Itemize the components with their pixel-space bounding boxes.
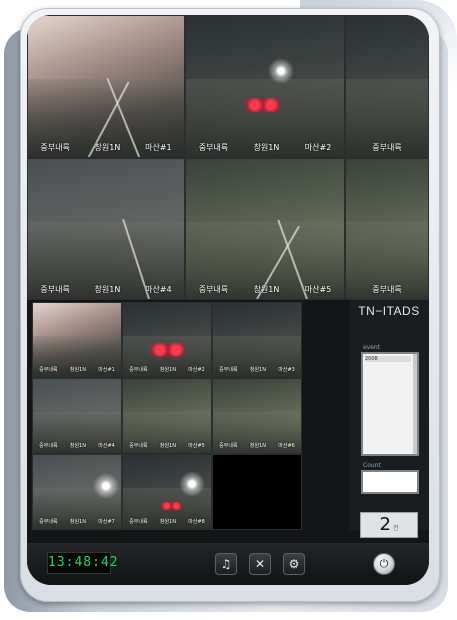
road-name: 중부내륙 xyxy=(219,443,238,449)
road-name: 중부내륙 xyxy=(198,143,229,152)
road-name: 중부내륙 xyxy=(219,367,238,373)
camera-feed-small[interactable]: 중부내륙 창원1N 마산#7 xyxy=(32,454,122,530)
digital-clock: 13:48:42 xyxy=(47,552,118,574)
camera-id: 마산#1 xyxy=(98,367,115,373)
camera-id: 마산#8 xyxy=(188,519,205,525)
road-name: 중부내륙 xyxy=(129,367,148,373)
vehicle-taillights xyxy=(244,98,280,112)
list-item[interactable]: 2008 xyxy=(365,356,411,362)
control-bar: 13:48:42 ♫ ✕ ⚙ ⏻ xyxy=(27,543,429,585)
camera-feed-small[interactable]: 중부내륙 창원1N 마산#3 xyxy=(212,302,302,378)
camera-label: 중부내륙 창원1N 마산#2 xyxy=(123,366,211,373)
camera-id: 마산#4 xyxy=(98,443,115,449)
camera-label: 중부내륙 창원1N 마산#3 xyxy=(213,366,301,373)
tools-button[interactable]: ✕ xyxy=(249,553,271,575)
camera-label: 중부내륙 창원1N 마산#8 xyxy=(123,518,211,525)
music-note-icon: ♫ xyxy=(220,557,232,571)
location-name: 창원1N xyxy=(249,367,266,373)
road-name: 중부내륙 xyxy=(198,285,229,294)
camera-feed-small[interactable]: 중부내륙 창원1N 마산#6 xyxy=(212,378,302,454)
counter-value: 2 xyxy=(379,514,391,535)
road-name: 중부내륙 xyxy=(39,519,58,525)
vehicle-taillights xyxy=(160,501,182,511)
location-name: 창원1N xyxy=(159,519,176,525)
camera-id: 마산#1 xyxy=(145,143,172,152)
list-scrollbar[interactable] xyxy=(413,354,417,454)
road-name: 중부내륙 xyxy=(39,367,58,373)
tunnel-light xyxy=(268,58,294,84)
camera-feed-small[interactable]: 중부내륙 창원1N 마산#5 xyxy=(122,378,212,454)
camera-id: 마산#2 xyxy=(188,367,205,373)
camera-feed-small[interactable]: 중부내륙 창원1N 마산#2 xyxy=(122,302,212,378)
music-button[interactable]: ♫ xyxy=(215,553,237,575)
camera-id: 마산#5 xyxy=(304,285,332,294)
count-input[interactable] xyxy=(361,470,419,494)
road-name: 중부내륙 xyxy=(129,443,148,449)
camera-id: 마산#4 xyxy=(145,285,172,294)
power-button[interactable]: ⏻ xyxy=(373,553,395,575)
monitor-screen: 중부내륙 창원1N 마산#1 중부내륙 창원1N 마산#2 중부내륙 중부내륙 … xyxy=(27,15,429,585)
tunnel-light xyxy=(93,473,119,499)
camera-label: 중부내륙 창원1N 마산#5 xyxy=(123,442,211,449)
panel-title: TN−ITADS xyxy=(358,304,420,318)
camera-feed-large[interactable]: 중부내륙 창원1N 마산#2 xyxy=(185,15,345,158)
location-name: 창원1N xyxy=(94,143,121,152)
tunnel-light xyxy=(179,471,205,497)
road-name: 중부내륙 xyxy=(372,143,402,152)
event-counter: 2건 xyxy=(360,512,418,538)
camera-label: 중부내륙 창원1N 마산#4 xyxy=(28,284,184,295)
location-name: 창원1N xyxy=(159,443,176,449)
camera-label: 중부내륙 창원1N 마산#7 xyxy=(33,518,121,525)
camera-id: 마산#3 xyxy=(278,367,295,373)
camera-id: 마산#6 xyxy=(278,443,295,449)
tools-icon: ✕ xyxy=(254,557,266,571)
camera-feed-large[interactable]: 중부내륙 xyxy=(345,158,429,300)
vehicle-taillights xyxy=(149,343,185,357)
location-name: 창원1N xyxy=(253,285,280,294)
camera-id: 마산#7 xyxy=(98,519,115,525)
event-list[interactable]: 2008 xyxy=(361,352,419,456)
road-name: 중부내륙 xyxy=(129,519,148,525)
location-name: 창원1N xyxy=(69,367,86,373)
counter-unit: 건 xyxy=(392,525,399,532)
camera-label: 중부내륙 xyxy=(346,142,428,153)
input-label: Count xyxy=(363,462,381,469)
camera-label: 중부내륙 xyxy=(346,284,428,295)
camera-id: 마산#5 xyxy=(188,443,205,449)
location-name: 창원1N xyxy=(249,443,266,449)
camera-feed-small[interactable]: 중부내륙 창원1N 마산#8 xyxy=(122,454,212,530)
settings-button[interactable]: ⚙ xyxy=(283,553,305,575)
camera-label: 중부내륙 창원1N 마산#1 xyxy=(28,142,184,153)
camera-feed-large[interactable]: 중부내륙 창원1N 마산#4 xyxy=(27,158,185,300)
road-name: 중부내륙 xyxy=(40,285,70,294)
location-name: 창원1N xyxy=(159,367,176,373)
camera-feed-empty[interactable] xyxy=(212,454,302,530)
camera-id: 마산#2 xyxy=(304,143,332,152)
location-name: 창원1N xyxy=(69,519,86,525)
camera-feed-small[interactable]: 중부내륙 창원1N 마산#4 xyxy=(32,378,122,454)
road-name: 중부내륙 xyxy=(39,443,58,449)
camera-feed-large[interactable]: 중부내륙 xyxy=(345,15,429,158)
info-panel: TN−ITADS event 2008 Count xyxy=(349,300,429,530)
road-name: 중부내륙 xyxy=(40,143,70,152)
camera-label: 중부내륙 창원1N 마산#6 xyxy=(213,442,301,449)
road-name: 중부내륙 xyxy=(372,285,402,294)
camera-label: 중부내륙 창원1N 마산#5 xyxy=(186,284,344,295)
power-icon: ⏻ xyxy=(379,557,389,570)
camera-label: 중부내륙 창원1N 마산#1 xyxy=(33,366,121,373)
camera-label: 중부내륙 창원1N 마산#2 xyxy=(186,142,344,153)
list-label: event xyxy=(363,344,381,351)
location-name: 창원1N xyxy=(69,443,86,449)
camera-feed-large[interactable]: 중부내륙 창원1N 마산#1 xyxy=(27,15,185,158)
camera-feed-large[interactable]: 중부내륙 창원1N 마산#5 xyxy=(185,158,345,300)
gears-icon: ⚙ xyxy=(288,557,300,571)
camera-feed-small[interactable]: 중부내륙 창원1N 마산#1 xyxy=(32,302,122,378)
location-name: 창원1N xyxy=(253,143,280,152)
camera-label: 중부내륙 창원1N 마산#4 xyxy=(33,442,121,449)
location-name: 창원1N xyxy=(94,285,121,294)
